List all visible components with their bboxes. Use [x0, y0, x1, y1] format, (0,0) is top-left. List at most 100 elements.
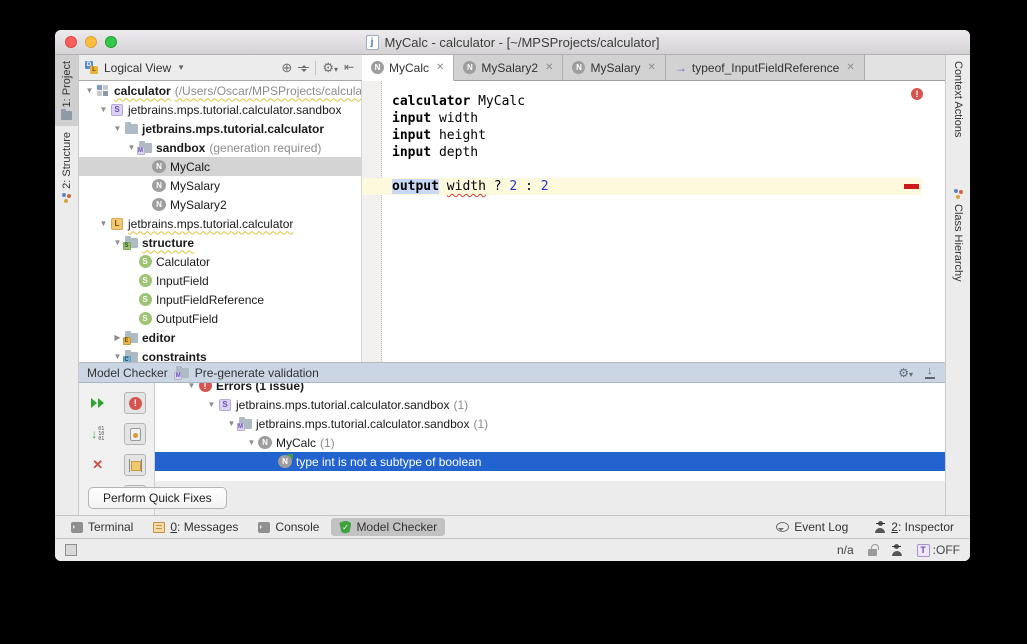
tree-item-suffix: (/Users/Oscar/MPSProjects/calculator) — [174, 83, 362, 98]
settings-gear-icon[interactable]: ⚙▾ — [322, 61, 338, 74]
minimize-icon[interactable] — [925, 365, 937, 379]
tree-row[interactable]: ▼ Ljetbrains.mps.tutorial.calculator — [79, 214, 361, 233]
editor-tab-mysalary[interactable]: N MySalary ✕ — [563, 55, 666, 80]
toolwindow-button-terminal[interactable]: Terminal — [63, 518, 141, 536]
zoom-window-button[interactable] — [105, 36, 117, 48]
code-line[interactable]: input depth — [362, 144, 945, 161]
tree-row[interactable]: ▼ Sjetbrains.mps.tutorial.calculator.sand… — [155, 395, 945, 414]
tree-row[interactable]: S InputFieldReference — [79, 290, 361, 309]
error-indicator-icon[interactable]: ! — [911, 88, 923, 100]
stripe-button-context-actions[interactable]: Context Actions — [946, 55, 970, 143]
minimize-window-button[interactable] — [85, 36, 97, 48]
sort-by-severity-icon[interactable]: ↓ 01 10 01 — [87, 423, 109, 445]
expand-arrow-icon[interactable]: ▼ — [97, 219, 110, 228]
stripe-label: 1: Project — [60, 61, 73, 108]
settings-gear-icon[interactable]: ⚙▾ — [898, 366, 913, 380]
expand-arrow-icon[interactable]: ▼ — [245, 438, 258, 447]
concept-icon: S — [138, 293, 152, 306]
tree-row[interactable]: ▼ jetbrains.mps.tutorial.calculator — [79, 119, 361, 138]
model-folder-icon: M — [136, 140, 152, 155]
tree-row[interactable]: ▼ Msandbox (generation required) — [79, 138, 361, 157]
unlock-icon[interactable] — [867, 543, 879, 556]
toolwindow-toggle-icon[interactable] — [65, 544, 77, 556]
code-token: 2 — [540, 179, 549, 194]
expand-arrow-icon[interactable]: ▼ — [83, 86, 96, 95]
collapse-all-icon[interactable] — [298, 62, 310, 74]
editor[interactable]: calculator MyCalc input width input height… — [362, 81, 945, 362]
close-icon[interactable]: ✕ — [545, 62, 553, 73]
editor-tab-mycalc[interactable]: N MyCalc ✕ — [362, 55, 455, 81]
filter-warnings-icon[interactable] — [124, 423, 147, 445]
tree-row[interactable]: S Calculator — [79, 252, 361, 271]
model-checker-title: Model Checker — [87, 365, 168, 380]
perform-quick-fixes-button[interactable]: Perform Quick Fixes — [88, 487, 227, 509]
tree-row[interactable]: ▼ N MyCalc (1) — [155, 433, 945, 452]
expand-arrow-icon[interactable]: ▼ — [205, 400, 218, 409]
code-line[interactable]: input height — [362, 127, 945, 144]
close-icon[interactable]: ✕ — [436, 62, 444, 73]
close-icon[interactable]: ✕ — [87, 454, 109, 476]
tree-item-label: OutputField — [156, 311, 219, 326]
title-bar[interactable]: j MyCalc - calculator - [~/MPSProjects/c… — [55, 30, 970, 55]
typesystem-toggle[interactable]: T :OFF — [916, 543, 960, 557]
toolwindow-button-model-checker[interactable]: ✓ Model Checker — [331, 518, 446, 536]
tree-row[interactable]: ▼! Errors (1 issue) — [155, 383, 945, 395]
tree-item-label: editor — [142, 330, 176, 345]
tree-row[interactable]: ▼ Sstructure — [79, 233, 361, 252]
toolwindow-button-event-log[interactable]: Event Log — [768, 518, 856, 536]
code-line[interactable]: input width — [362, 110, 945, 127]
node-icon: N — [258, 436, 272, 449]
stripe-button-2-structure[interactable]: 2: Structure — [55, 126, 78, 210]
expand-arrow-icon[interactable]: ▼ — [111, 124, 124, 133]
editor-tab-typeof_inputfieldreference[interactable]: → typeof_InputFieldReference ✕ — [665, 55, 865, 80]
filter-errors-icon[interactable]: ! — [124, 392, 147, 414]
hector-inspections-icon[interactable] — [891, 544, 903, 556]
issue-count: (1) — [473, 416, 489, 431]
code-line[interactable] — [362, 161, 945, 178]
filter-info-icon[interactable] — [124, 454, 147, 476]
event-log-bubble-icon — [776, 522, 790, 532]
expand-arrow-icon[interactable]: ▼ — [185, 383, 198, 390]
messages-icon — [153, 521, 166, 533]
tree-row[interactable]: Ntype int is not a subtype of boolean — [155, 452, 945, 471]
editor-tab-mysalary2[interactable]: N MySalary2 ✕ — [454, 55, 564, 80]
toolwindow-button--messages[interactable]: 0: Messages — [145, 518, 246, 536]
toolwindow-button-label: Event Log — [794, 520, 849, 534]
code-line[interactable]: output width ? 2 : 2 — [362, 178, 922, 195]
close-icon[interactable]: ✕ — [648, 62, 656, 73]
tree-row[interactable]: S InputField — [79, 271, 361, 290]
toolwindow-button--inspector[interactable]: 2: Inspector — [866, 518, 962, 536]
tree-row[interactable]: N MyCalc — [79, 157, 361, 176]
code-token: output — [392, 179, 439, 194]
stripe-button-1-project[interactable]: 1: Project — [55, 55, 78, 127]
shield-check-icon: ✓ — [339, 520, 352, 534]
code-line[interactable]: calculator MyCalc — [362, 93, 945, 110]
rerun-checks-icon[interactable] — [87, 392, 109, 414]
tree-row[interactable]: ▶ Eeditor — [79, 328, 361, 347]
stripe-button-class-hierarchy[interactable]: Class Hierarchy — [946, 183, 970, 288]
locate-icon[interactable]: ⊕ — [281, 61, 292, 74]
tree-row[interactable]: N MySalary — [79, 176, 361, 195]
node-icon: N — [152, 179, 166, 192]
tree-row[interactable]: S OutputField — [79, 309, 361, 328]
pre-generate-validation-tab[interactable]: M Pre-generate validation — [174, 365, 319, 380]
code-area[interactable]: calculator MyCalc input width input height… — [362, 93, 945, 195]
mps-file-icon: j — [365, 34, 379, 50]
close-icon[interactable]: ✕ — [846, 62, 854, 73]
expand-arrow-icon[interactable]: ▼ — [97, 105, 110, 114]
close-window-button[interactable] — [65, 36, 77, 48]
folder-icon — [124, 121, 138, 135]
tree-row[interactable]: ▼ calculator (/Users/Oscar/MPSProjects/cal… — [79, 81, 361, 100]
tree-row[interactable]: N MySalary2 — [79, 195, 361, 214]
tree-item-label: constraints — [142, 349, 207, 363]
tree-row[interactable]: ▼ Mjetbrains.mps.tutorial.calculator.sand… — [155, 414, 945, 433]
solution-module-icon: S — [110, 103, 124, 116]
hide-panel-icon[interactable] — [344, 60, 356, 74]
tree-item-label: InputField — [156, 273, 209, 288]
error-stripe-mark[interactable] — [904, 184, 919, 189]
view-selector[interactable]: Logical View — [104, 61, 171, 75]
tree-row[interactable]: ▼ Sjetbrains.mps.tutorial.calculator.sand… — [79, 100, 361, 119]
tab-label: typeof_InputFieldReference — [691, 60, 840, 75]
toolwindow-button-console[interactable]: Console — [250, 518, 327, 536]
tree-row[interactable]: ▼ Cconstraints — [79, 347, 361, 362]
